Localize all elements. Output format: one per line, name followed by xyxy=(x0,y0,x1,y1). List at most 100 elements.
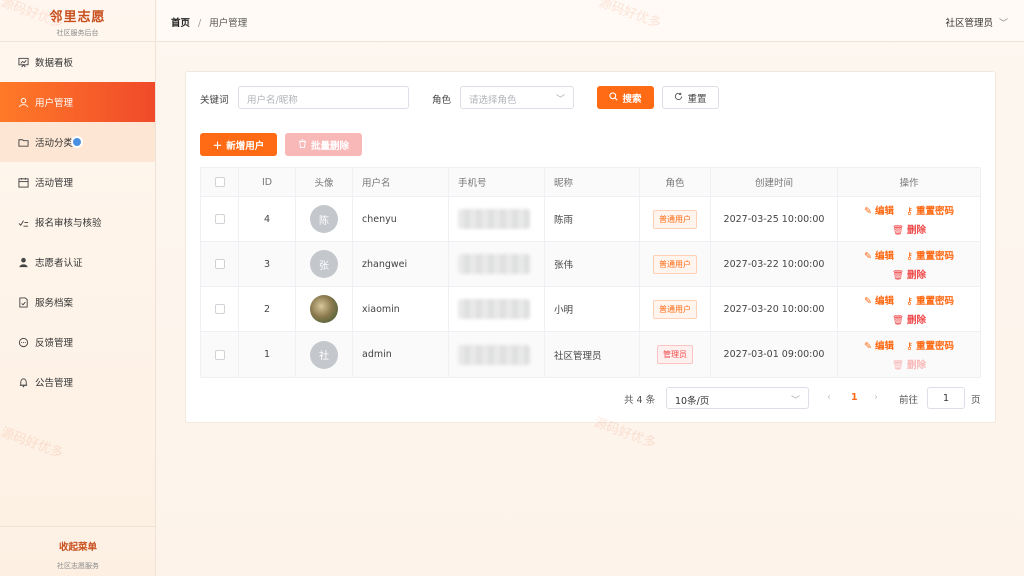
reset-password-label: 重置密码 xyxy=(915,205,954,217)
edit-icon: ✎ xyxy=(864,250,872,262)
edit-button[interactable]: ✎ 编辑 xyxy=(864,338,894,352)
sidebar-item-feedback[interactable]: 反馈管理 xyxy=(0,322,155,362)
checklist-icon xyxy=(17,216,29,228)
batch-delete-button[interactable]: 批量删除 xyxy=(285,133,362,156)
reset-password-label: 重置密码 xyxy=(915,250,954,262)
reset-password-button[interactable]: ⚷ 重置密码 xyxy=(906,293,954,307)
cursor-dot-icon xyxy=(71,136,83,148)
page-number-current[interactable]: 1 xyxy=(851,392,858,403)
checkbox[interactable] xyxy=(214,214,225,224)
trash-icon: 🗑 xyxy=(891,269,905,281)
reset-password-button[interactable]: ⚷ 重置密码 xyxy=(906,248,954,262)
cell-nickname: 陈雨 xyxy=(545,197,640,241)
edit-label: 编辑 xyxy=(874,341,894,352)
user-icon xyxy=(17,96,29,108)
checkbox[interactable] xyxy=(214,304,225,314)
checkbox[interactable] xyxy=(214,259,225,269)
collapse-menu[interactable]: 收起菜单 社区志愿服务 xyxy=(0,526,156,576)
reset-password-button[interactable]: ⚷ 重置密码 xyxy=(906,203,954,217)
delete-label: 删除 xyxy=(907,314,927,326)
sidebar-item-activities[interactable]: 活动管理 xyxy=(0,162,155,202)
cell-created: 2027-03-01 09:00:00 xyxy=(711,332,838,377)
next-page-icon[interactable]: › xyxy=(874,392,878,403)
add-user-label: 新增用户 xyxy=(226,140,265,152)
chat-icon xyxy=(17,336,29,348)
blurred-phone xyxy=(458,299,530,319)
delete-button[interactable]: 🗑 删除 xyxy=(892,312,926,326)
blurred-phone xyxy=(458,344,530,365)
breadcrumb-current: 用户管理 xyxy=(209,18,248,29)
delete-label: 删除 xyxy=(907,224,927,236)
search-button-label: 搜索 xyxy=(622,93,642,105)
table-row: 3 张 zhangwei 张伟 普通用户 2027-03-22 10:00:00… xyxy=(201,242,980,287)
delete-button[interactable]: 🗑 删除 xyxy=(892,267,926,281)
checkbox[interactable] xyxy=(214,349,225,360)
users-table: ID 头像 用户名 手机号 昵称 角色 创建时间 操作 4 陈 chenyu 陈… xyxy=(200,167,981,378)
sidebar-item-records[interactable]: 服务档案 xyxy=(0,282,155,322)
cell-avatar xyxy=(296,287,353,331)
actions-line: ✎ 编辑 ⚷ 重置密码 xyxy=(864,293,954,307)
cell-nickname: 社区管理员 xyxy=(545,332,640,377)
edit-button[interactable]: ✎ 编辑 xyxy=(864,203,894,217)
table-row: 2 xiaomin 小明 普通用户 2027-03-20 10:00:00 ✎ 编… xyxy=(201,287,980,332)
sidebar-item-label: 公告管理 xyxy=(35,378,74,389)
breadcrumb-separator: / xyxy=(198,18,202,29)
user-name: 社区管理员 xyxy=(945,18,993,29)
column-header: 用户名 xyxy=(353,168,449,196)
bell-icon xyxy=(17,376,29,388)
edit-button[interactable]: ✎ 编辑 xyxy=(864,248,894,262)
folder-icon xyxy=(17,136,29,148)
keyword-input[interactable]: 用户名/昵称 xyxy=(238,86,409,109)
cell-phone xyxy=(449,287,545,331)
avatar: 张 xyxy=(310,250,338,278)
breadcrumb-home[interactable]: 首页 xyxy=(171,18,190,29)
page-suffix: 页 xyxy=(971,395,981,406)
chevron-down-icon: ﹀ xyxy=(998,19,1008,29)
trash-icon: 🗑 xyxy=(891,360,905,371)
reset-button[interactable]: 重置 xyxy=(662,86,719,109)
checkbox[interactable] xyxy=(214,177,225,187)
reset-password-button[interactable]: ⚷ 重置密码 xyxy=(906,338,954,352)
role-select[interactable]: 请选择角色 ﹀ xyxy=(460,86,574,109)
edit-label: 编辑 xyxy=(874,205,894,217)
prev-page-icon[interactable]: ‹ xyxy=(827,392,831,403)
delete-button[interactable]: 🗑 删除 xyxy=(892,222,926,236)
page-size-select[interactable]: 10条/页 ﹀ xyxy=(666,387,809,409)
top-header: 首页 / 用户管理 社区管理员 ﹀ xyxy=(157,0,1024,42)
add-user-button[interactable]: ＋ 新增用户 xyxy=(200,133,277,156)
sidebar-item-label: 反馈管理 xyxy=(35,338,74,349)
sidebar-item-review[interactable]: 报名审核与核验 xyxy=(0,202,155,242)
role-label: 角色 xyxy=(432,95,452,106)
sidebar-item-users[interactable]: 用户管理 xyxy=(0,82,155,122)
delete-label: 删除 xyxy=(907,269,927,281)
batch-delete-label: 批量删除 xyxy=(310,140,349,152)
actions-line: ✎ 编辑 ⚷ 重置密码 xyxy=(864,203,954,217)
role-placeholder: 请选择角色 xyxy=(469,95,517,106)
brand-title: 邻里志愿 xyxy=(49,10,106,25)
person-icon xyxy=(17,256,29,268)
sidebar-item-volunteer-cert[interactable]: 志愿者认证 xyxy=(0,242,155,282)
key-icon: ⚷ xyxy=(906,341,913,352)
role-badge: 普通用户 xyxy=(653,209,697,229)
key-icon: ⚷ xyxy=(906,250,913,262)
keyword-label: 关键词 xyxy=(200,95,229,106)
search-button[interactable]: 搜索 xyxy=(597,86,654,109)
sidebar-item-categories[interactable]: 活动分类 xyxy=(0,122,155,162)
sidebar-item-announcements[interactable]: 公告管理 xyxy=(0,362,155,402)
goto-page-input[interactable]: 1 xyxy=(927,387,965,409)
column-header: 角色 xyxy=(640,168,711,196)
cell-username: zhangwei xyxy=(353,242,449,286)
cell-username: chenyu xyxy=(353,197,449,241)
header-select-all[interactable] xyxy=(201,168,239,196)
user-menu[interactable]: 社区管理员 ﹀ xyxy=(945,15,1008,29)
sidebar-item-dashboard[interactable]: 数据看板 xyxy=(0,42,155,82)
edit-button[interactable]: ✎ 编辑 xyxy=(864,293,894,307)
cell-actions: ✎ 编辑 ⚷ 重置密码 🗑 删除 xyxy=(838,242,980,286)
cell-id: 1 xyxy=(239,332,296,377)
sidebar-item-label: 报名审核与核验 xyxy=(35,218,102,229)
filter-bar: 关键词 用户名/昵称 角色 请选择角色 ﹀ 搜索 重置 xyxy=(200,86,980,110)
cell-id: 4 xyxy=(239,197,296,241)
delete-label: 删除 xyxy=(907,360,927,371)
plus-icon: ＋ xyxy=(212,140,223,152)
cell-username: admin xyxy=(353,332,449,377)
